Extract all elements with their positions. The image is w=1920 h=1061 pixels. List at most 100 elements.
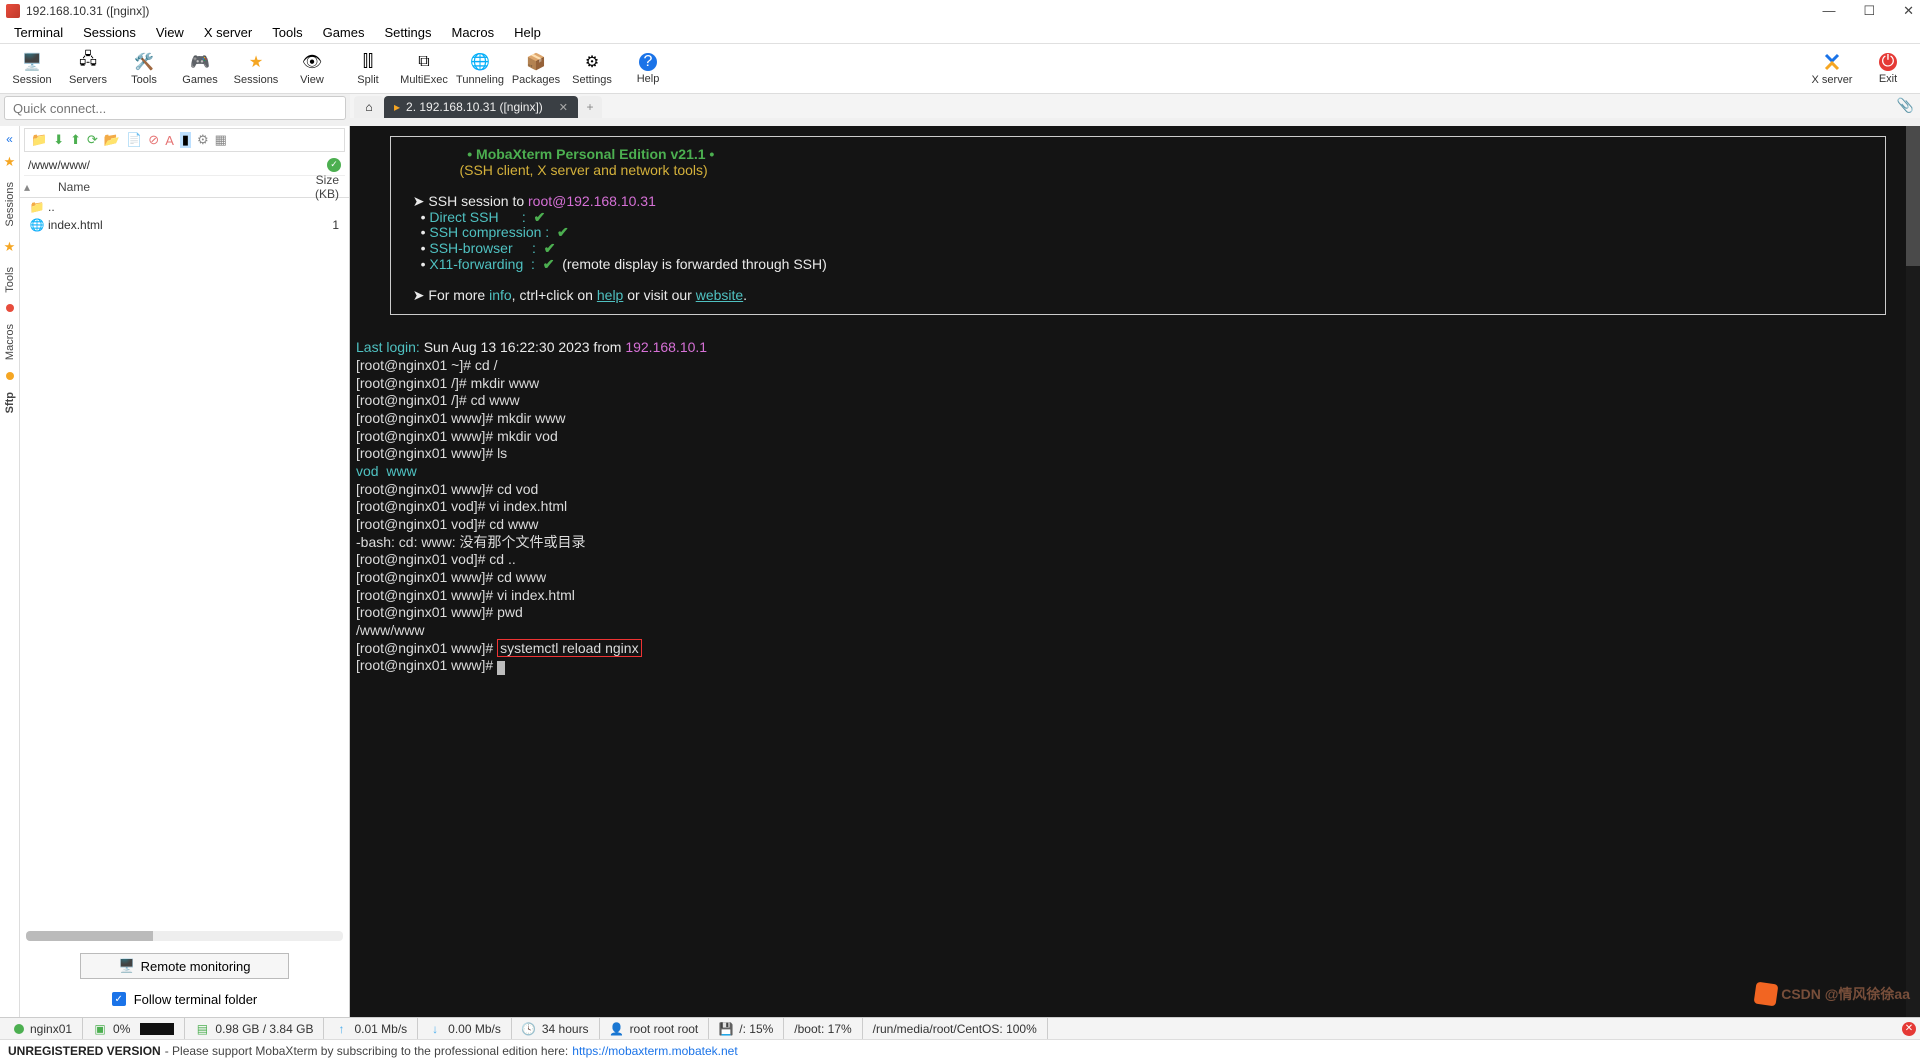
highlighted-command: systemctl reload nginx [497,639,642,657]
menu-help[interactable]: Help [504,23,551,42]
menu-settings[interactable]: Settings [375,23,442,42]
terminal-area: • MobaXterm Personal Edition v21.1 • (SS… [350,126,1920,1017]
maximize-button[interactable]: ☐ [1863,3,1875,19]
home-icon: ⌂ [365,100,372,114]
tab-close-icon[interactable]: ✕ [559,101,568,114]
tb-session[interactable]: 🖥️Session [6,47,58,91]
toolbar: 🖥️Session 🖧Servers 🛠️Tools 🎮Games ★Sessi… [0,44,1920,94]
sftp-panel: 📁 ⬇ ⬆ ⟳ 📂 📄 ⊘ A ▮ ⚙ ▦ ✓ ▴ Name Size (KB)… [20,126,350,1017]
side-strip: « ★ Sessions ★ Tools Macros Sftp [0,126,20,1017]
tb-exit[interactable]: ⏻Exit [1862,47,1914,91]
terminal-scrollbar[interactable] [1906,126,1920,1017]
dot-icon [6,372,14,380]
refresh-icon[interactable]: ⟳ [87,132,98,148]
tb-settings[interactable]: ⚙Settings [566,47,618,91]
unregistered-label: UNREGISTERED VERSION [8,1044,161,1058]
newfile-icon[interactable]: 📄 [126,132,142,148]
tb-xserver[interactable]: X server [1806,47,1858,91]
tb-split[interactable]: ⫿⫿Split [342,47,394,91]
side-tab-sftp[interactable]: Sftp [4,388,16,417]
file-row-index[interactable]: 🌐 index.html 1 [20,216,349,234]
monitor-icon: 🖥️ [118,958,134,974]
help-icon: ? [639,53,657,71]
tb-servers[interactable]: 🖧Servers [62,47,114,91]
html-file-icon: 🌐 [30,218,44,232]
file-list: 📁 .. 🌐 index.html 1 [20,198,349,925]
side-tab-tools[interactable]: Tools [4,263,16,297]
terminal-output[interactable]: • MobaXterm Personal Edition v21.1 • (SS… [350,126,1920,1017]
menu-games[interactable]: Games [313,23,375,42]
folder-up-icon: 📁 [30,200,44,214]
sftp-toolbar: 📁 ⬇ ⬆ ⟳ 📂 📄 ⊘ A ▮ ⚙ ▦ [24,128,345,152]
tb-tools[interactable]: 🛠️Tools [118,47,170,91]
dot-icon [6,304,14,312]
tb-packages[interactable]: 📦Packages [510,47,562,91]
support-text: - Please support MobaXterm by subscribin… [165,1044,569,1058]
mobaxterm-link[interactable]: https://mobaxterm.mobatek.net [572,1044,737,1058]
menu-terminal[interactable]: Terminal [4,23,73,42]
menu-macros[interactable]: Macros [441,23,504,42]
gear-icon[interactable]: ⚙ [197,132,209,148]
h-scrollbar[interactable] [26,931,343,941]
file-row-parent[interactable]: 📁 .. [20,198,349,216]
app-icon [6,4,20,18]
grid-icon[interactable]: ▦ [215,132,227,148]
tab-label: 2. 192.168.10.31 ([nginx]) [406,100,543,114]
tunneling-icon: 🌐 [470,52,490,72]
window-title: 192.168.10.31 ([nginx]) [26,4,149,18]
follow-terminal-row[interactable]: ✓ Follow terminal folder [20,985,349,1013]
minimize-button[interactable]: — [1822,3,1835,19]
quick-connect-input[interactable] [4,96,346,120]
menubar: Terminal Sessions View X server Tools Ga… [0,22,1920,44]
collapse-icon[interactable]: « [6,132,13,146]
power-icon: ⏻ [1879,53,1897,71]
star-icon: ★ [4,154,16,170]
remote-monitoring-button[interactable]: 🖥️ Remote monitoring [80,953,289,979]
help-link[interactable]: help [597,287,623,303]
split-icon: ⫿⫿ [358,52,378,72]
newfolder-icon[interactable]: 📂 [104,132,120,148]
terminal-icon: ▸ [394,100,400,114]
tb-games[interactable]: 🎮Games [174,47,226,91]
highlight-icon[interactable]: ▮ [180,132,191,148]
welcome-box: • MobaXterm Personal Edition v21.1 • (SS… [390,136,1886,315]
multiexec-icon: ⧉ [414,52,434,72]
star-icon: ★ [4,239,16,255]
website-link[interactable]: website [696,287,743,303]
view-icon: 👁 [302,52,322,72]
path-ok-icon: ✓ [327,158,341,172]
tb-tunneling[interactable]: 🌐Tunneling [454,47,506,91]
upload-icon[interactable]: ⬆ [70,132,81,148]
tab-new[interactable]: + [578,96,602,118]
menu-xserver[interactable]: X server [194,23,262,42]
cursor-icon [497,661,505,675]
sftp-path-input[interactable] [24,158,327,172]
col-size[interactable]: Size (KB) [289,173,349,201]
sort-icon[interactable]: ▴ [20,180,34,194]
quick-connect [4,96,346,124]
monitor-icon: 🖥️ [22,52,42,72]
statusbar: nginx01 ▣0% ▤0.98 GB / 3.84 GB ↑0.01 Mb/… [0,1017,1920,1039]
side-tab-macros[interactable]: Macros [4,320,16,364]
star-icon: ★ [246,52,266,72]
checkbox-checked-icon[interactable]: ✓ [112,992,126,1006]
tools-icon: 🛠️ [134,52,154,72]
folder-icon[interactable]: 📁 [31,132,47,148]
tb-multiexec[interactable]: ⧉MultiExec [398,47,450,91]
col-name[interactable]: Name [34,180,289,194]
tab-home[interactable]: ⌂ [354,96,384,118]
edit-icon[interactable]: A [165,133,174,148]
tb-view[interactable]: 👁View [286,47,338,91]
tb-sessions[interactable]: ★Sessions [230,47,282,91]
tb-help[interactable]: ?Help [622,47,674,91]
menu-view[interactable]: View [146,23,194,42]
close-button[interactable]: ✕ [1903,3,1914,19]
menu-sessions[interactable]: Sessions [73,23,146,42]
delete-icon[interactable]: ⊘ [148,132,159,148]
games-icon: 🎮 [190,52,210,72]
pin-icon[interactable]: 📎 [1897,97,1914,114]
side-tab-sessions[interactable]: Sessions [4,178,16,231]
tab-session-active[interactable]: ▸ 2. 192.168.10.31 ([nginx]) ✕ [384,96,578,118]
menu-tools[interactable]: Tools [262,23,312,42]
download-icon[interactable]: ⬇ [53,132,64,148]
